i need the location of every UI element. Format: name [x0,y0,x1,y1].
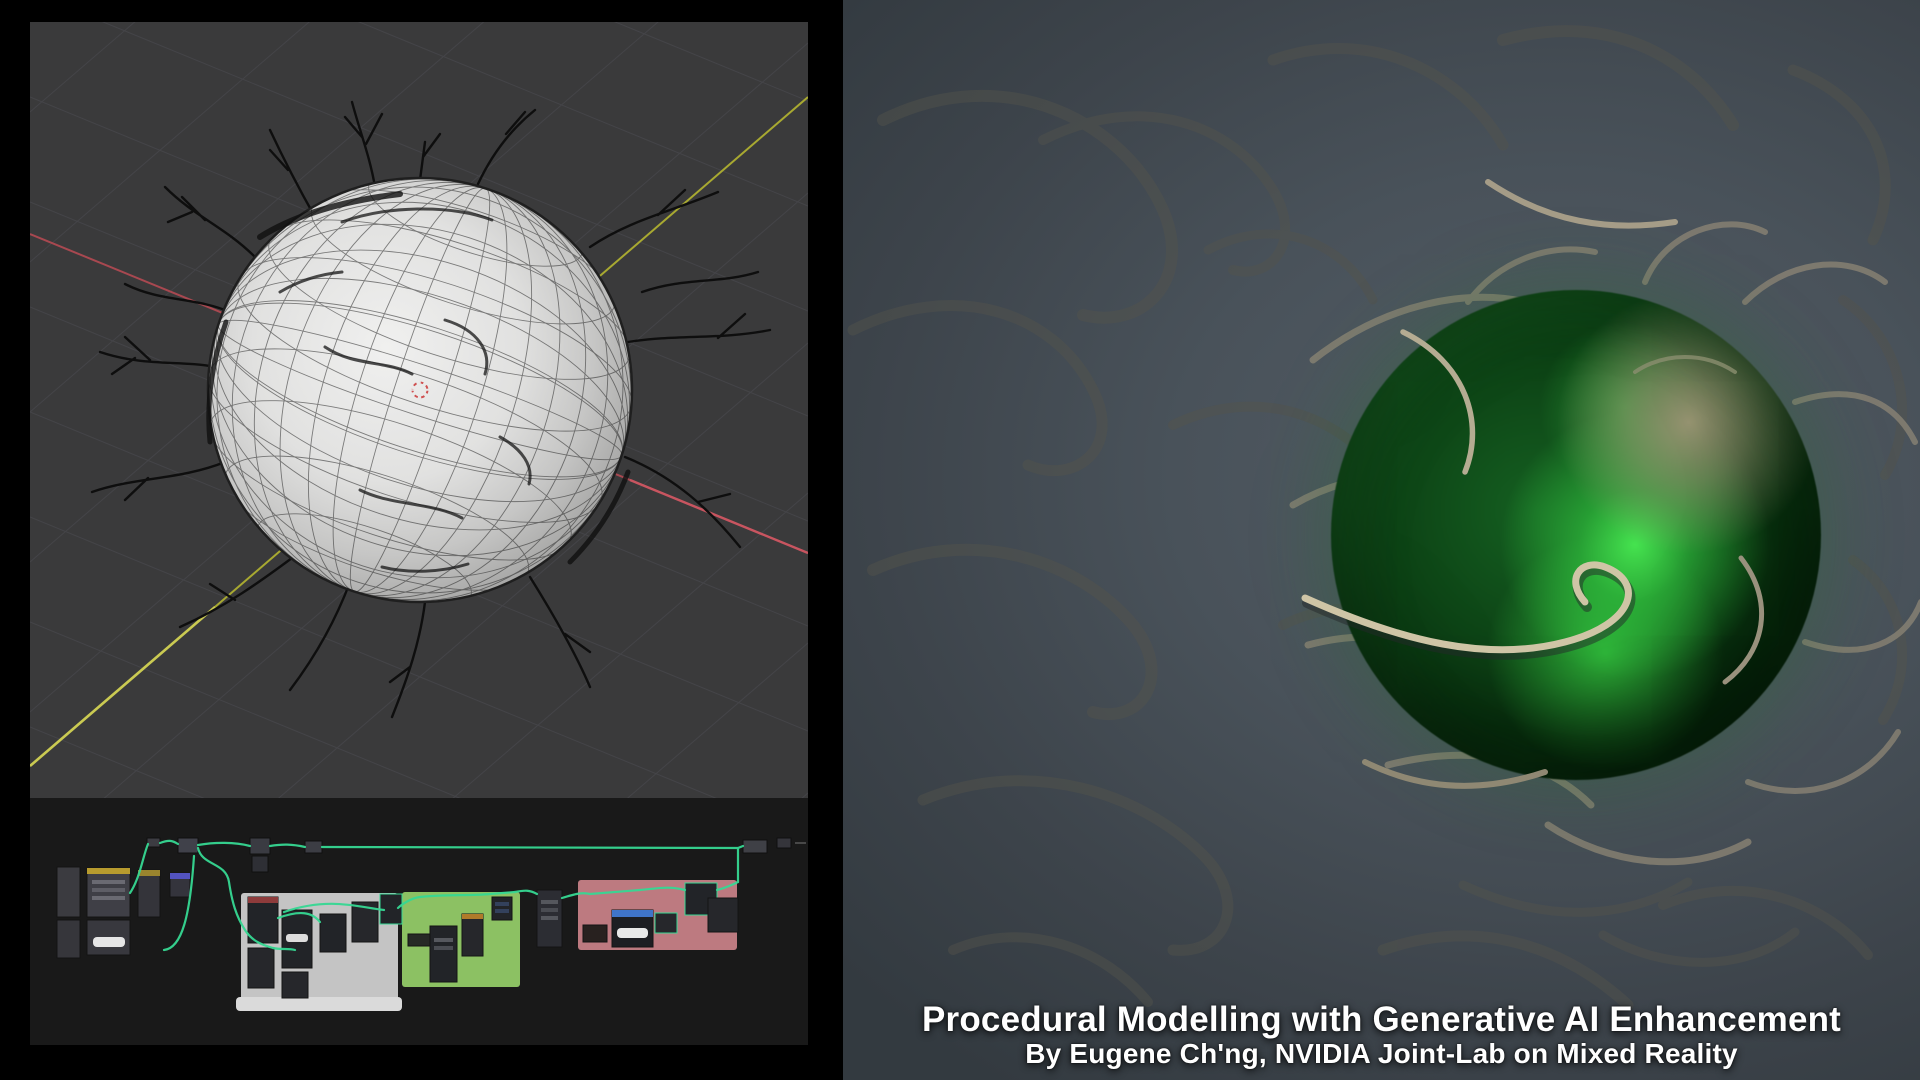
caption-title: Procedural Modelling with Generative AI … [843,1002,1920,1039]
blender-3d-viewport[interactable] [30,22,808,798]
render-preview: Procedural Modelling with Generative AI … [843,0,1920,1080]
node-graph-canvas [30,798,808,1045]
node-cluster-left[interactable] [57,867,190,958]
node-chain-top[interactable] [147,838,806,872]
render-tendrils-front [843,0,1920,1080]
blender-node-editor[interactable] [30,798,808,1045]
node-standalone[interactable] [537,890,562,947]
caption: Procedural Modelling with Generative AI … [843,1002,1920,1070]
node-frame-gray-footer [236,997,402,1011]
caption-subtitle: By Eugene Ch'ng, NVIDIA Joint-Lab on Mix… [843,1039,1920,1070]
viewport-canvas [30,22,808,798]
presentation-frame: Procedural Modelling with Generative AI … [0,0,1920,1080]
